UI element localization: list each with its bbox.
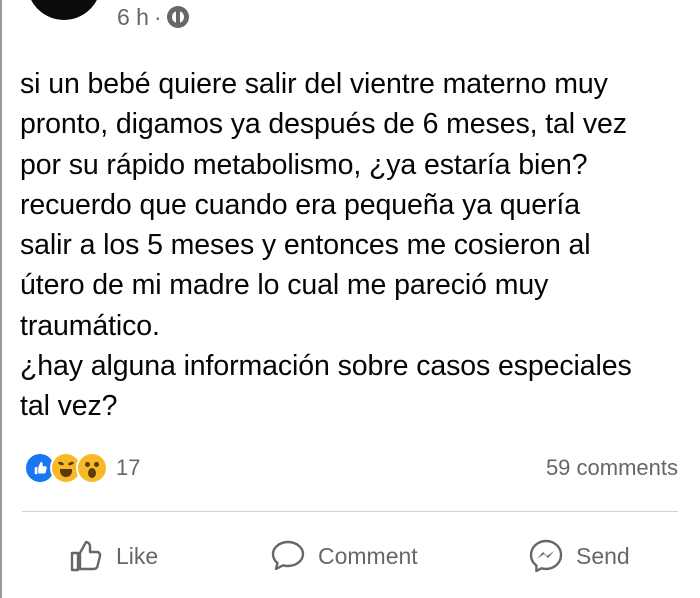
comments-count[interactable]: 59 comments: [546, 455, 678, 481]
divider: [22, 511, 678, 512]
reaction-count: 17: [116, 455, 141, 480]
post-timestamp[interactable]: 6 h: [117, 4, 149, 31]
wow-reaction-icon: [76, 452, 108, 484]
post-text: si un bebé quiere salir del vientre mate…: [20, 68, 632, 423]
send-button[interactable]: Send: [528, 530, 630, 582]
globe-icon[interactable]: [166, 6, 189, 28]
avatar[interactable]: [27, 0, 101, 20]
like-button[interactable]: Like: [68, 530, 158, 582]
post-meta: 6 h ·: [117, 4, 189, 30]
left-border: [0, 0, 2, 598]
send-label: Send: [576, 542, 630, 569]
comment-label: Comment: [318, 542, 418, 569]
meta-separator: ·: [153, 3, 162, 30]
messenger-icon: [528, 538, 564, 574]
thumbs-up-icon: [68, 538, 104, 574]
comment-button[interactable]: Comment: [270, 530, 418, 582]
like-label: Like: [116, 542, 159, 569]
comment-icon: [270, 538, 306, 574]
reactions-summary[interactable]: 17: [24, 452, 140, 484]
action-bar: Like Comment Send: [0, 530, 700, 582]
